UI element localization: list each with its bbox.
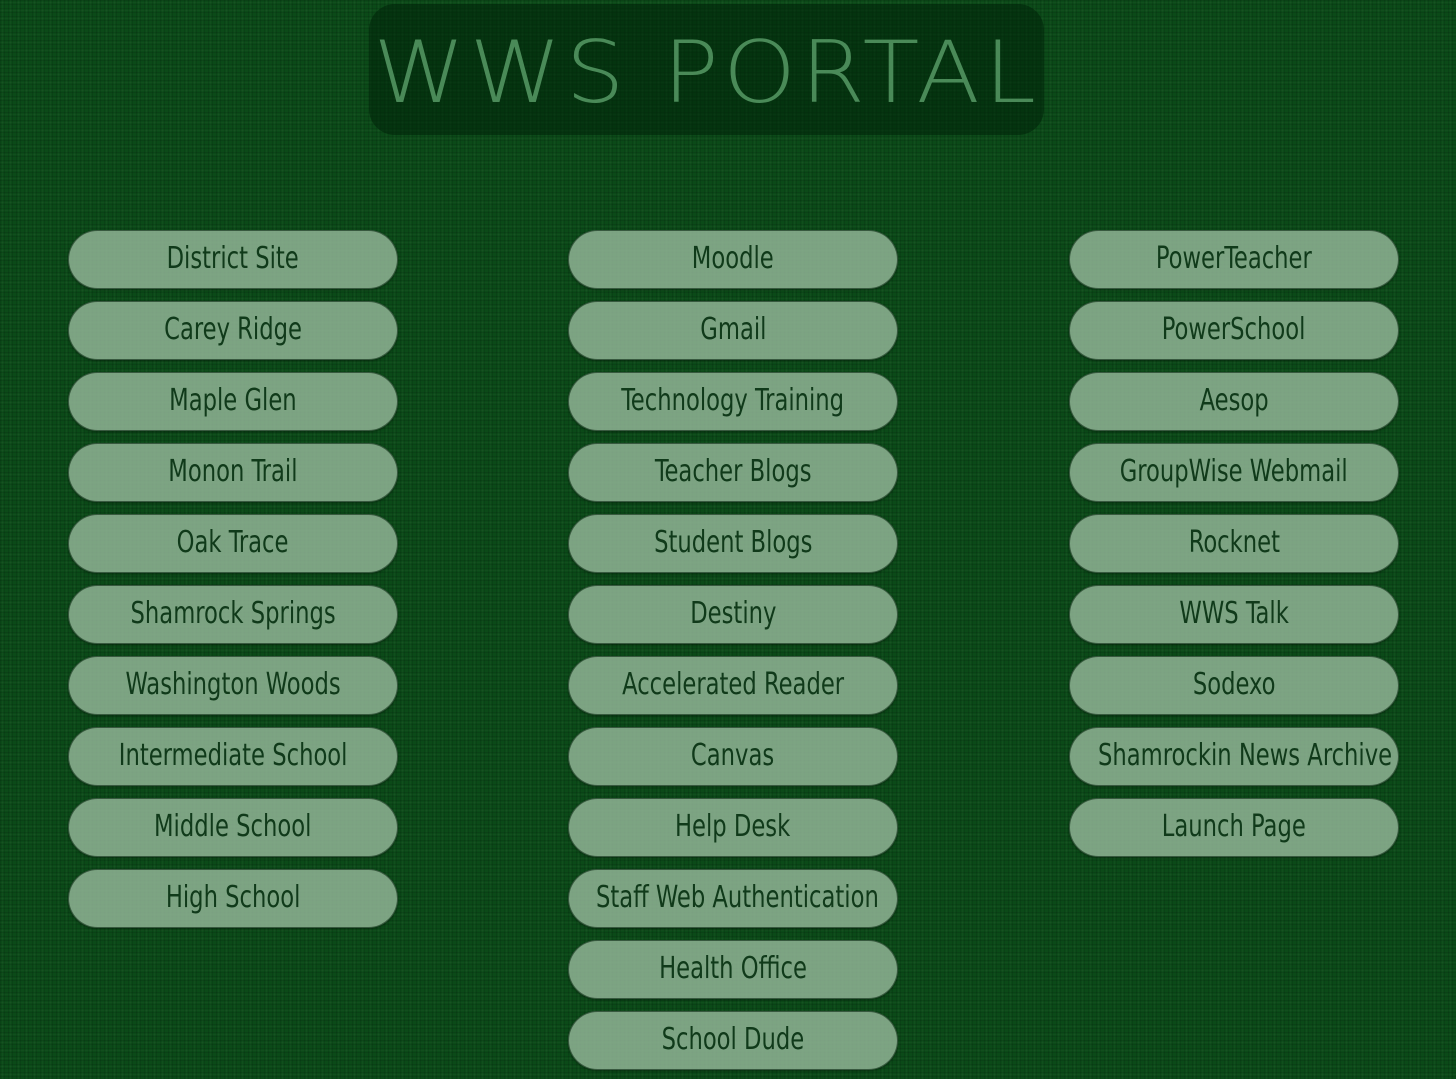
link-label: Launch Page [1161, 809, 1307, 844]
high-school-link-button[interactable]: High School [68, 869, 398, 928]
link-list-item: PowerTeacher [1069, 230, 1399, 289]
destiny-link-button[interactable]: Destiny [568, 585, 898, 644]
admin-link-column: PowerTeacher PowerSchool Aesop GroupWise We… [1069, 230, 1399, 857]
link-label: School Dude [661, 1022, 805, 1057]
link-label: Teacher Blogs [654, 454, 812, 489]
staff-web-authentication-link-button[interactable]: Staff Web Authentication [568, 869, 898, 928]
link-list-item: Staff Web Authentication [568, 869, 898, 928]
link-list-item: Destiny [568, 585, 898, 644]
washington-woods-link-button[interactable]: Washington Woods [68, 656, 398, 715]
link-label: Sodexo [1192, 667, 1276, 702]
schools-link-column: District Site Carey Ridge Maple Glen Monon … [68, 230, 398, 928]
link-list-item: PowerSchool [1069, 301, 1399, 360]
link-label: Moodle [692, 241, 774, 276]
link-list-item: Sodexo [1069, 656, 1399, 715]
link-label: Middle School [154, 809, 312, 844]
aesop-link-button[interactable]: Aesop [1069, 372, 1399, 431]
link-list-item: Maple Glen [68, 372, 398, 431]
page-title: WWS PORTAL [372, 22, 1041, 123]
link-label: Health Office [659, 951, 807, 986]
link-label: Technology Training [621, 383, 845, 418]
carey-ridge-link-button[interactable]: Carey Ridge [68, 301, 398, 360]
link-label: Shamrockin News Archive [1098, 738, 1393, 773]
school-dude-link-button[interactable]: School Dude [568, 1011, 898, 1070]
link-list-item: Launch Page [1069, 798, 1399, 857]
link-list-item: Health Office [568, 940, 898, 999]
link-label: Canvas [691, 738, 775, 773]
link-list-item: Intermediate School [68, 727, 398, 786]
link-list-item: Aesop [1069, 372, 1399, 431]
link-list-item: GroupWise Webmail [1069, 443, 1399, 502]
accelerated-reader-link-button[interactable]: Accelerated Reader [568, 656, 898, 715]
link-list-item: Rocknet [1069, 514, 1399, 573]
link-list-item: Carey Ridge [68, 301, 398, 360]
link-label: District Site [166, 241, 300, 276]
link-list-item: District Site [68, 230, 398, 289]
moodle-link-button[interactable]: Moodle [568, 230, 898, 289]
link-list-item: Oak Trace [68, 514, 398, 573]
link-label: Intermediate School [118, 738, 348, 773]
link-list-item: Moodle [568, 230, 898, 289]
rocknet-link-button[interactable]: Rocknet [1069, 514, 1399, 573]
link-label: Student Blogs [653, 525, 813, 560]
maple-glen-link-button[interactable]: Maple Glen [68, 372, 398, 431]
tools-link-column: Moodle Gmail Technology Training Teacher Bl… [568, 230, 898, 1070]
oak-trace-link-button[interactable]: Oak Trace [68, 514, 398, 573]
help-desk-link-button[interactable]: Help Desk [568, 798, 898, 857]
powerschool-link-button[interactable]: PowerSchool [1069, 301, 1399, 360]
link-list-item: High School [68, 869, 398, 928]
link-label: Shamrock Springs [130, 596, 336, 631]
link-list-item: Student Blogs [568, 514, 898, 573]
link-label: PowerSchool [1162, 312, 1306, 347]
link-label: GroupWise Webmail [1120, 454, 1348, 489]
health-office-link-button[interactable]: Health Office [568, 940, 898, 999]
link-label: Accelerated Reader [622, 667, 844, 702]
student-blogs-link-button[interactable]: Student Blogs [568, 514, 898, 573]
link-label: WWS Talk [1179, 596, 1289, 631]
gmail-link-button[interactable]: Gmail [568, 301, 898, 360]
sodexo-link-button[interactable]: Sodexo [1069, 656, 1399, 715]
link-list-item: Shamrock Springs [68, 585, 398, 644]
link-label: Carey Ridge [164, 312, 302, 347]
link-list-item: School Dude [568, 1011, 898, 1070]
intermediate-school-link-button[interactable]: Intermediate School [68, 727, 398, 786]
teacher-blogs-link-button[interactable]: Teacher Blogs [568, 443, 898, 502]
launch-page-link-button[interactable]: Launch Page [1069, 798, 1399, 857]
portal-header: WWS PORTAL [369, 4, 1044, 135]
link-list-item: Gmail [568, 301, 898, 360]
shamrock-springs-link-button[interactable]: Shamrock Springs [68, 585, 398, 644]
link-label: PowerTeacher [1156, 241, 1312, 276]
link-label: Rocknet [1188, 525, 1280, 560]
link-label: Destiny [689, 596, 777, 631]
link-label: Maple Glen [169, 383, 297, 418]
link-list-item: Teacher Blogs [568, 443, 898, 502]
link-list-item: Accelerated Reader [568, 656, 898, 715]
powerteacher-link-button[interactable]: PowerTeacher [1069, 230, 1399, 289]
link-label: High School [165, 880, 301, 915]
link-label: Oak Trace [177, 525, 289, 560]
wws-talk-link-button[interactable]: WWS Talk [1069, 585, 1399, 644]
link-label: Washington Woods [125, 667, 341, 702]
middle-school-link-button[interactable]: Middle School [68, 798, 398, 857]
canvas-link-button[interactable]: Canvas [568, 727, 898, 786]
shamrockin-news-archive-link-button[interactable]: Shamrockin News Archive [1069, 727, 1399, 786]
link-list-item: Technology Training [568, 372, 898, 431]
link-label: Help Desk [675, 809, 791, 844]
link-label: Monon Trail [168, 454, 298, 489]
groupwise-webmail-link-button[interactable]: GroupWise Webmail [1069, 443, 1399, 502]
link-label: Gmail [699, 312, 767, 347]
technology-training-link-button[interactable]: Technology Training [568, 372, 898, 431]
link-list-item: Washington Woods [68, 656, 398, 715]
link-list-item: Canvas [568, 727, 898, 786]
monon-trail-link-button[interactable]: Monon Trail [68, 443, 398, 502]
link-label: Staff Web Authentication [595, 880, 879, 915]
district-site-link-button[interactable]: District Site [68, 230, 398, 289]
link-list-item: Middle School [68, 798, 398, 857]
link-list-item: Help Desk [568, 798, 898, 857]
link-label: Aesop [1199, 383, 1269, 418]
link-list-item: Shamrockin News Archive [1069, 727, 1399, 786]
link-list-item: Monon Trail [68, 443, 398, 502]
link-list-item: WWS Talk [1069, 585, 1399, 644]
